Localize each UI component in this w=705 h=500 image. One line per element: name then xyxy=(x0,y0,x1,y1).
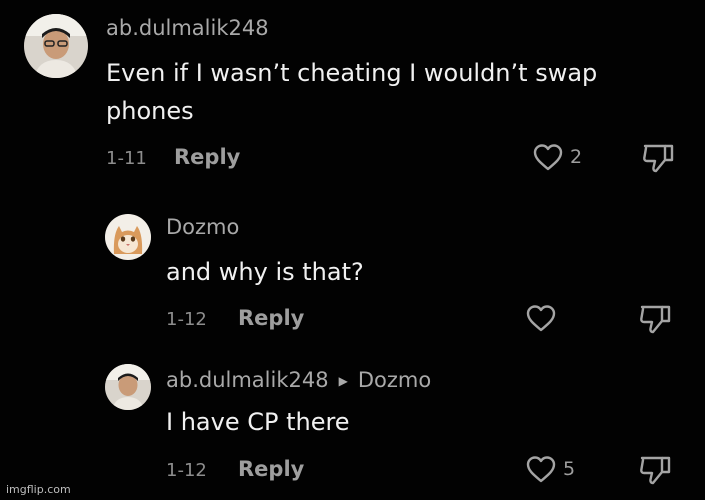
comment-text: and why is that? xyxy=(166,258,364,286)
thumbs-down-icon xyxy=(643,144,674,173)
avatar[interactable] xyxy=(24,14,88,78)
dislike-button[interactable] xyxy=(638,303,674,339)
watermark: imgflip.com xyxy=(6,483,71,496)
username-text[interactable]: ab.dulmalik248 xyxy=(166,368,329,392)
heart-outline-icon xyxy=(533,144,563,171)
person-avatar-icon xyxy=(105,364,151,410)
like-button[interactable] xyxy=(525,303,563,333)
heart-outline-icon xyxy=(526,456,556,483)
triangle-right-icon: ▶ xyxy=(338,374,348,388)
thumbs-down-icon xyxy=(640,305,671,334)
comment-username[interactable]: ab.dulmalik248 xyxy=(106,16,269,40)
comment-username[interactable]: ab.dulmalik248 ▶ Dozmo xyxy=(166,368,431,392)
dislike-button[interactable] xyxy=(638,454,674,490)
dislike-button[interactable] xyxy=(641,142,677,178)
comment-date: 1-12 xyxy=(166,309,207,330)
cat-avatar-icon xyxy=(105,214,151,260)
comment-text: I have CP there xyxy=(166,408,350,436)
comment-date: 1-12 xyxy=(166,460,207,481)
heart-outline-icon xyxy=(526,305,556,332)
avatar[interactable] xyxy=(105,214,151,260)
reply-button[interactable]: Reply xyxy=(238,457,304,481)
like-count: 2 xyxy=(570,146,583,168)
avatar[interactable] xyxy=(105,364,151,410)
like-button[interactable]: 5 xyxy=(525,454,575,484)
reply-to-username[interactable]: Dozmo xyxy=(358,368,431,392)
reply-button[interactable]: Reply xyxy=(238,306,304,330)
like-button[interactable]: 2 xyxy=(532,142,582,172)
reply-button[interactable]: Reply xyxy=(174,145,240,169)
person-avatar-icon xyxy=(24,14,88,78)
comment-username[interactable]: Dozmo xyxy=(166,215,239,239)
like-count: 5 xyxy=(563,458,576,480)
comment-date: 1-11 xyxy=(106,148,147,169)
thumbs-down-icon xyxy=(640,456,671,485)
comment-text: Even if I wasn’t cheating I wouldn’t swa… xyxy=(106,59,598,125)
